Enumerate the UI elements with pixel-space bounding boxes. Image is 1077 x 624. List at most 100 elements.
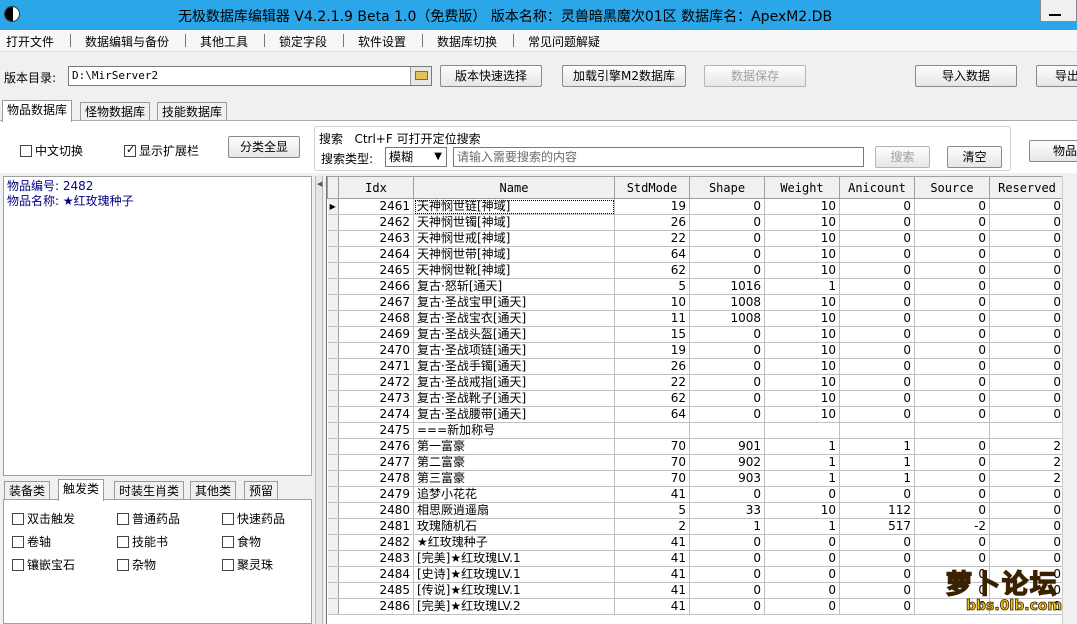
table-cell[interactable]: ★红玫瑰种子 <box>413 534 615 551</box>
table-row[interactable]: 2462 天神悯世镯[神域] 26 0 10 0 0 0 <box>327 214 1065 231</box>
table-cell[interactable]: 0 <box>689 214 765 231</box>
save-data-button[interactable]: 数据保存 <box>704 65 806 87</box>
table-cell[interactable]: 0 <box>839 326 915 343</box>
table-row[interactable]: 2482 ★红玫瑰种子 41 0 0 0 0 0 <box>327 534 1065 551</box>
table-row[interactable]: 2471 复古·圣战手镯[通天] 26 0 10 0 0 0 <box>327 358 1065 375</box>
table-cell[interactable]: 1 <box>839 454 915 471</box>
table-cell[interactable]: 10 <box>764 326 840 343</box>
table-cell[interactable]: 0 <box>914 358 990 375</box>
table-cell[interactable]: [完美]★红玫瑰LV.2 <box>413 598 615 615</box>
table-cell[interactable]: 1008 <box>689 310 765 327</box>
table-cell[interactable]: 2484 <box>338 566 414 583</box>
table-cell[interactable]: 11 <box>614 310 690 327</box>
table-cell[interactable]: 0 <box>914 262 990 279</box>
table-cell[interactable]: 41 <box>614 550 690 567</box>
menu-other-tools[interactable]: 其他工具 <box>200 33 248 50</box>
table-cell[interactable]: 2477 <box>338 454 414 471</box>
table-row[interactable]: 2472 复古·圣战戒指[通天] 22 0 10 0 0 0 <box>327 374 1065 391</box>
table-cell[interactable]: 1 <box>839 438 915 455</box>
table-cell[interactable]: 0 <box>839 246 915 263</box>
double-click-trigger-checkbox[interactable]: 双击触发 <box>12 510 75 527</box>
column-header[interactable]: Name <box>413 176 615 199</box>
table-cell[interactable]: 2 <box>989 438 1065 455</box>
table-row[interactable]: 2468 复古·圣战宝衣[通天] 11 1008 10 0 0 0 <box>327 310 1065 327</box>
scroll-checkbox[interactable]: 卷轴 <box>12 533 51 550</box>
row-indicator[interactable] <box>327 310 339 327</box>
table-cell[interactable]: 1 <box>839 470 915 487</box>
table-cell[interactable]: 0 <box>914 470 990 487</box>
table-cell[interactable]: 0 <box>839 230 915 247</box>
table-cell[interactable]: 第三富豪 <box>413 470 615 487</box>
row-indicator[interactable] <box>327 294 339 311</box>
tab-others[interactable]: 其他类 <box>190 481 237 501</box>
table-cell[interactable]: 0 <box>989 374 1065 391</box>
table-cell[interactable]: 517 <box>839 518 915 535</box>
table-cell[interactable] <box>764 422 840 439</box>
table-cell[interactable]: 0 <box>989 262 1065 279</box>
table-cell[interactable]: 2 <box>989 454 1065 471</box>
table-row[interactable]: ▶ 2461 天神悯世链[神域] 19 0 10 0 0 0 <box>327 198 1065 215</box>
misc-checkbox[interactable]: 杂物 <box>117 556 156 573</box>
table-cell[interactable]: 15 <box>614 326 690 343</box>
table-cell[interactable]: 10 <box>764 246 840 263</box>
table-cell[interactable]: 0 <box>839 262 915 279</box>
table-cell[interactable]: 0 <box>689 582 765 599</box>
table-cell[interactable]: 0 <box>689 198 765 215</box>
table-cell[interactable]: 0 <box>839 214 915 231</box>
table-cell[interactable]: 复古·圣战靴子[通天] <box>413 390 615 407</box>
table-row[interactable]: 2465 天神悯世靴[神域] 62 0 10 0 0 0 <box>327 262 1065 279</box>
table-cell[interactable]: 0 <box>689 550 765 567</box>
column-header[interactable]: StdMode <box>614 176 690 199</box>
row-indicator[interactable] <box>327 326 339 343</box>
row-indicator[interactable] <box>327 486 339 503</box>
table-cell[interactable]: 天神悯世戒[神域] <box>413 230 615 247</box>
table-row[interactable]: 2476 第一富豪 70 901 1 1 0 2 <box>327 438 1065 455</box>
chinese-switch-checkbox[interactable]: 中文切换 <box>20 142 83 159</box>
table-cell[interactable]: 0 <box>839 566 915 583</box>
table-cell[interactable]: 复古·圣战手镯[通天] <box>413 358 615 375</box>
table-cell[interactable]: 1 <box>764 470 840 487</box>
table-cell[interactable]: 0 <box>989 310 1065 327</box>
table-cell[interactable]: 0 <box>689 262 765 279</box>
minimize-button[interactable] <box>1040 0 1077 22</box>
table-cell[interactable]: 0 <box>989 278 1065 295</box>
search-input[interactable]: 请输入需要搜索的内容 <box>453 147 864 167</box>
menu-faq[interactable]: 常见问题解疑 <box>528 33 600 50</box>
show-all-categories-button[interactable]: 分类全显 <box>228 136 300 158</box>
tab-skills-db[interactable]: 技能数据库 <box>157 102 228 122</box>
table-row[interactable]: 2464 天神悯世带[神域] 64 0 10 0 0 0 <box>327 246 1065 263</box>
table-cell[interactable]: 0 <box>764 486 840 503</box>
row-indicator[interactable] <box>327 214 339 231</box>
table-row[interactable]: 2477 第二富豪 70 902 1 1 0 2 <box>327 454 1065 471</box>
tab-monsters-db[interactable]: 怪物数据库 <box>80 102 151 122</box>
table-cell[interactable]: 0 <box>689 358 765 375</box>
table-cell[interactable]: 26 <box>614 358 690 375</box>
menu-open-file[interactable]: 打开文件 <box>6 33 54 50</box>
quick-potion-checkbox[interactable]: 快速药品 <box>222 510 285 527</box>
table-cell[interactable]: 0 <box>989 198 1065 215</box>
table-cell[interactable]: 41 <box>614 582 690 599</box>
table-cell[interactable]: 0 <box>914 326 990 343</box>
table-cell[interactable]: ===新加称号 <box>413 422 615 439</box>
table-cell[interactable]: 2468 <box>338 310 414 327</box>
table-cell[interactable]: 0 <box>839 358 915 375</box>
row-indicator[interactable] <box>327 470 339 487</box>
row-indicator[interactable] <box>327 374 339 391</box>
row-indicator[interactable] <box>327 502 339 519</box>
table-cell[interactable]: 1008 <box>689 294 765 311</box>
table-cell[interactable]: 0 <box>989 486 1065 503</box>
table-cell[interactable]: 2 <box>989 470 1065 487</box>
table-row[interactable]: 2480 相思厥逍遥扇 5 33 10 112 0 0 <box>327 502 1065 519</box>
table-cell[interactable]: 70 <box>614 454 690 471</box>
table-cell[interactable]: 1016 <box>689 278 765 295</box>
table-cell[interactable]: 0 <box>914 246 990 263</box>
table-cell[interactable]: 2464 <box>338 246 414 263</box>
table-cell[interactable]: 1 <box>764 454 840 471</box>
browse-folder-button[interactable] <box>410 67 431 85</box>
spirit-bead-checkbox[interactable]: 聚灵珠 <box>222 556 273 573</box>
table-cell[interactable]: 1 <box>764 278 840 295</box>
table-cell[interactable]: 10 <box>764 310 840 327</box>
table-cell[interactable]: 0 <box>839 550 915 567</box>
row-indicator[interactable] <box>327 246 339 263</box>
table-cell[interactable] <box>914 422 990 439</box>
